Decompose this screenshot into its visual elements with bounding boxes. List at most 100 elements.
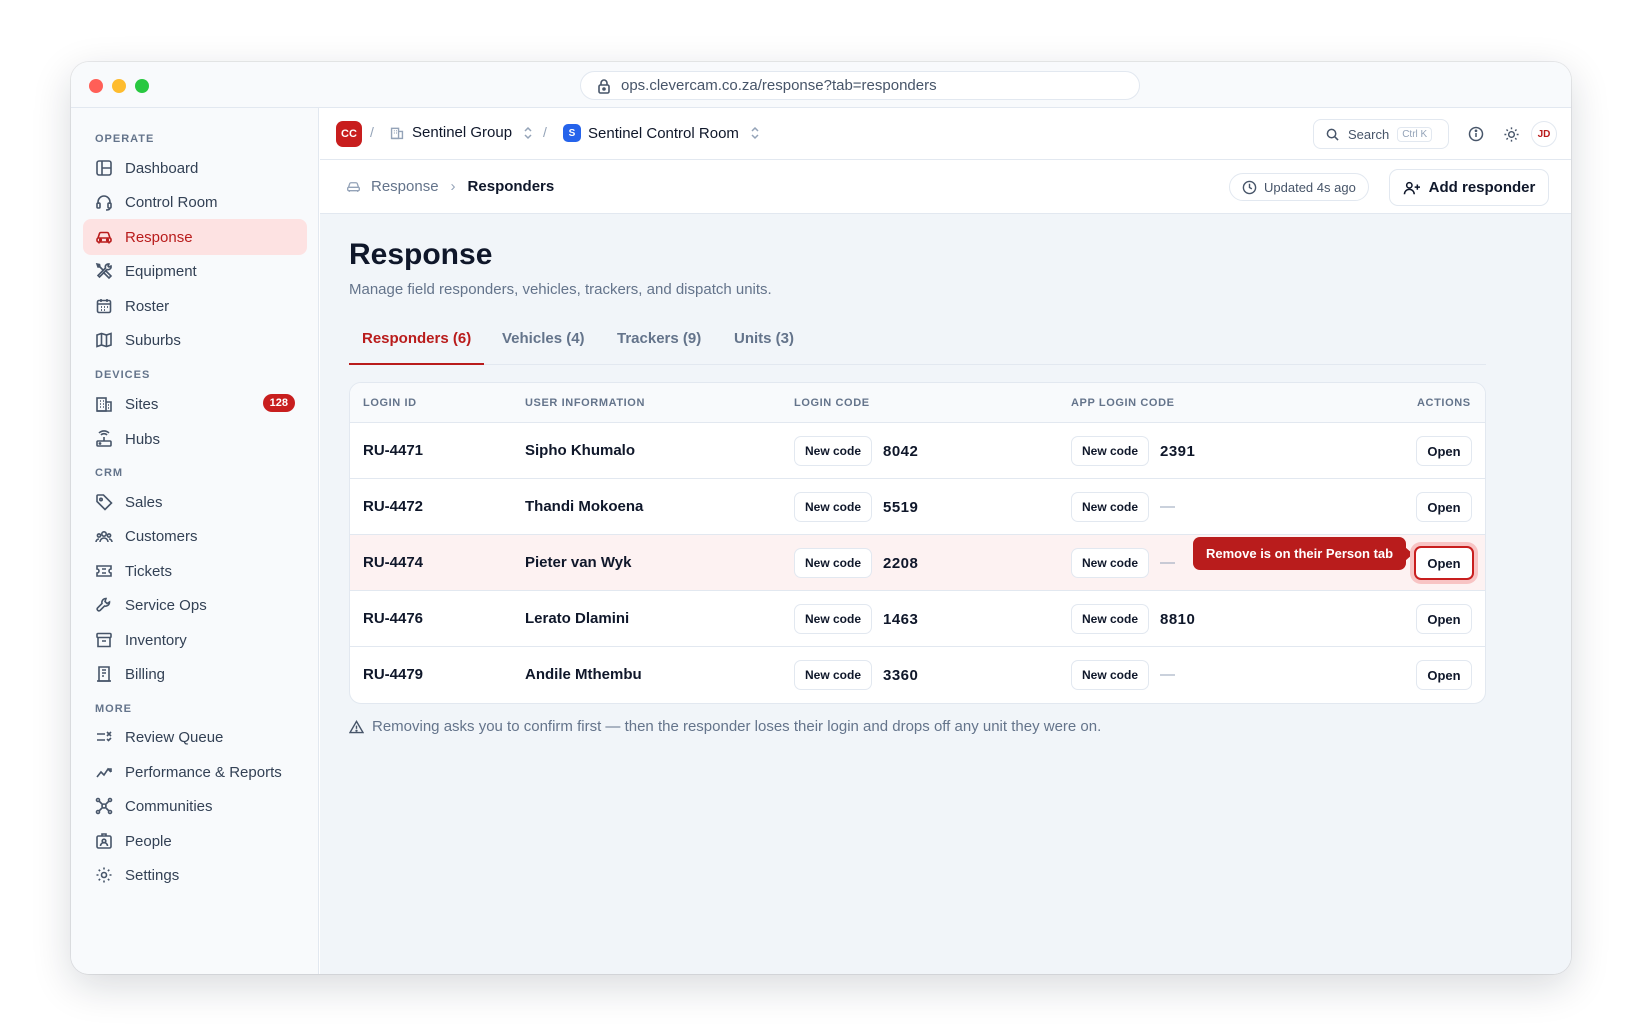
minimize-window-button[interactable] — [112, 79, 126, 93]
sidebar-item-billing[interactable]: Billing — [83, 656, 307, 692]
theme-toggle-button[interactable] — [1501, 124, 1521, 144]
address-bar[interactable]: ops.clevercam.co.za/response?tab=respond… — [580, 71, 1140, 100]
gear-icon — [96, 867, 112, 883]
sidebar-item-hubs[interactable]: Hubs — [83, 421, 307, 457]
sidebar-item-sales[interactable]: Sales — [83, 484, 307, 520]
section-label-devices: DEVICES — [95, 369, 151, 381]
tab-units[interactable]: Units (3) — [734, 330, 794, 347]
crumb-separator: / — [543, 124, 547, 140]
sidebar-item-label: Sales — [125, 493, 163, 511]
new-login-code-button[interactable]: New code — [794, 436, 873, 466]
sidebar-item-roster[interactable]: Roster — [83, 288, 307, 324]
sidebar-item-service-ops[interactable]: Service Ops — [83, 587, 307, 623]
sidebar-item-review-queue[interactable]: Review Queue — [83, 719, 307, 755]
sidebar-item-label: Control Room — [125, 193, 218, 211]
sidebar-item-label: Customers — [125, 527, 198, 545]
sidebar-item-label: Inventory — [125, 631, 187, 649]
maximize-window-button[interactable] — [135, 79, 149, 93]
network-icon — [95, 797, 113, 815]
login-code-value: 2208 — [883, 555, 919, 572]
url-text: ops.clevercam.co.za/response?tab=respond… — [621, 77, 937, 94]
search-button[interactable]: Search Ctrl K — [1313, 119, 1449, 149]
login-code-value: 1463 — [883, 611, 919, 628]
updated-text: Updated 4s ago — [1264, 179, 1356, 195]
sidebar-item-people[interactable]: People — [83, 823, 307, 859]
sidebar-item-response[interactable]: Response — [83, 219, 307, 255]
sidebar-item-label: Response — [125, 228, 193, 246]
sidebar-item-label: Roster — [125, 297, 170, 315]
sidebar-item-inventory[interactable]: Inventory — [83, 622, 307, 658]
sidebar-item-label: Sites — [125, 395, 159, 413]
login-code-value: 5519 — [883, 499, 919, 516]
user-name: Thandi Mokoena — [525, 498, 644, 515]
wrench-icon — [96, 597, 111, 612]
new-login-code-button[interactable]: New code — [794, 660, 873, 690]
search-icon — [1326, 128, 1339, 141]
open-button[interactable]: Open — [1416, 436, 1472, 466]
app-code-empty: — — [1160, 554, 1175, 571]
sidebar-item-customers[interactable]: Customers — [83, 518, 307, 554]
chevron-updown-icon — [524, 126, 532, 139]
org-logo[interactable]: CC — [336, 121, 362, 147]
updated-status-pill: Updated 4s ago — [1229, 173, 1369, 201]
crumb-separator: / — [370, 124, 374, 140]
open-button[interactable]: Open — [1416, 604, 1472, 634]
sidebar-item-suburbs[interactable]: Suburbs — [83, 322, 307, 358]
column-header-login-code: LOGIN CODE — [794, 397, 870, 409]
open-button[interactable]: Open — [1414, 546, 1474, 580]
remove-hint-tooltip: Remove is on their Person tab — [1193, 537, 1414, 570]
sidebar-item-label: Hubs — [125, 430, 161, 448]
sidebar-item-communities[interactable]: Communities — [83, 788, 307, 824]
sidebar-item-label: Equipment — [125, 262, 197, 280]
list-check-icon — [97, 731, 112, 742]
lock-icon — [598, 78, 610, 94]
open-button[interactable]: Open — [1416, 660, 1472, 690]
user-name: Andile Mthembu — [525, 666, 642, 683]
sidebar-item-control-room[interactable]: Control Room — [83, 184, 307, 220]
calendar-icon — [96, 299, 112, 314]
new-app-code-button[interactable]: New code — [1071, 548, 1150, 578]
new-login-code-button[interactable]: New code — [794, 604, 873, 634]
breadcrumb-parent-link[interactable]: Response — [371, 178, 439, 195]
sidebar-item-label: Suburbs — [125, 331, 181, 349]
info-button[interactable] — [1466, 124, 1486, 144]
search-shortcut: Ctrl K — [1397, 126, 1433, 142]
new-login-code-button[interactable]: New code — [794, 548, 873, 578]
room-switcher[interactable]: S Sentinel Control Room — [563, 124, 761, 142]
new-app-code-button[interactable]: New code — [1071, 436, 1150, 466]
open-button[interactable]: Open — [1416, 492, 1472, 522]
sidebar-item-label: Communities — [125, 797, 213, 815]
org-switcher[interactable]: Sentinel Group — [390, 124, 534, 141]
building-icon — [96, 397, 112, 412]
sidebar-item-label: Review Queue — [125, 728, 224, 746]
sidebar-item-performance-reports[interactable]: Performance & Reports — [83, 754, 307, 790]
new-app-code-button[interactable]: New code — [1071, 660, 1150, 690]
sidebar-item-tickets[interactable]: Tickets — [83, 553, 307, 589]
user-avatar[interactable]: JD — [1531, 121, 1557, 147]
sidebar-item-label: People — [125, 832, 172, 850]
sidebar-item-dashboard[interactable]: Dashboard — [83, 150, 307, 186]
tab-vehicles[interactable]: Vehicles (4) — [502, 330, 585, 347]
building-icon — [390, 127, 404, 139]
column-header-user-information: USER INFORMATION — [525, 397, 646, 409]
section-label-crm: CRM — [95, 467, 124, 479]
table-row: RU-4471 Sipho Khumalo New code 8042 New … — [350, 423, 1485, 479]
new-app-code-button[interactable]: New code — [1071, 492, 1150, 522]
breadcrumb: Response › Responders — [346, 178, 554, 195]
close-window-button[interactable] — [89, 79, 103, 93]
sidebar-item-label: Dashboard — [125, 159, 199, 177]
new-app-code-button[interactable]: New code — [1071, 604, 1150, 634]
new-login-code-button[interactable]: New code — [794, 492, 873, 522]
sidebar-item-equipment[interactable]: Equipment — [83, 253, 307, 289]
tab-responders[interactable]: Responders (6) — [362, 330, 471, 347]
table-header: LOGIN ID USER INFORMATION LOGIN CODE APP… — [350, 383, 1485, 423]
table-row: RU-4472 Thandi Mokoena New code 5519 New… — [350, 479, 1485, 535]
section-label-more: MORE — [95, 703, 132, 715]
sun-icon — [1503, 126, 1519, 142]
sidebar-item-settings[interactable]: Settings — [83, 857, 307, 893]
tab-trackers[interactable]: Trackers (9) — [617, 330, 701, 347]
top-bar: CC / Sentinel Group / S Sentinel Control… — [320, 108, 1571, 160]
sidebar-item-sites[interactable]: Sites 128 — [83, 386, 307, 422]
add-responder-button[interactable]: Add responder — [1389, 169, 1549, 206]
removal-note-text: Removing asks you to confirm first — the… — [372, 718, 1102, 735]
